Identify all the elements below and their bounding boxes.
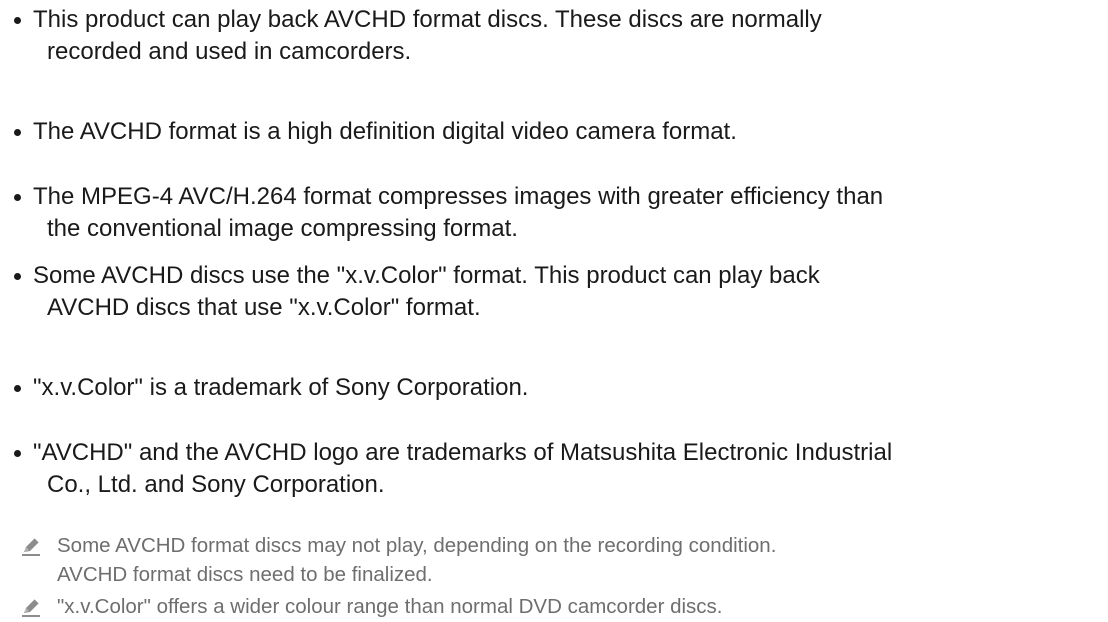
bullet-dot-icon: [14, 385, 21, 392]
list-item-text: The MPEG-4 AVC/H.264 format compresses i…: [33, 183, 884, 210]
list-item: Some AVCHD discs use the "x.v.Color" for…: [0, 260, 1108, 324]
list-item-text: "AVCHD" and the AVCHD logo are trademark…: [33, 439, 893, 466]
note-text: "x.v.Color" offers a wider colour range …: [57, 595, 723, 618]
note: Some AVCHD format discs may not play, de…: [0, 531, 1108, 589]
pencil-icon: [22, 598, 40, 617]
list-item-text: Some AVCHD discs use the "x.v.Color" for…: [33, 262, 820, 289]
bullet-dot-icon: [14, 17, 21, 24]
list-item-text-continued: AVCHD discs that use "x.v.Color" format.: [47, 294, 481, 321]
list-item-text-continued: Co., Ltd. and Sony Corporation.: [47, 471, 385, 498]
bullet-dot-icon: [14, 273, 21, 280]
bullet-dot-icon: [14, 450, 21, 457]
list-item: The AVCHD format is a high definition di…: [0, 116, 1108, 148]
note-text: Some AVCHD format discs may not play, de…: [57, 534, 777, 557]
pencil-icon: [22, 537, 40, 556]
list-item-text: "x.v.Color" is a trademark of Sony Corpo…: [33, 374, 529, 401]
list-item: "AVCHD" and the AVCHD logo are trademark…: [0, 437, 1108, 501]
list-item-text-continued: the conventional image compressing forma…: [47, 215, 518, 242]
list-item: "x.v.Color" is a trademark of Sony Corpo…: [0, 372, 1108, 404]
note-text-continued: AVCHD format discs need to be finalized.: [57, 563, 433, 586]
bullet-dot-icon: [14, 129, 21, 136]
list-item: The MPEG-4 AVC/H.264 format compresses i…: [0, 181, 1108, 245]
list-item-text-continued: recorded and used in camcorders.: [47, 38, 412, 65]
manual-page: This product can play back AVCHD format …: [0, 0, 1108, 622]
note: "x.v.Color" offers a wider colour range …: [0, 592, 1108, 621]
bullet-dot-icon: [14, 194, 21, 201]
list-item-text: The AVCHD format is a high definition di…: [33, 118, 737, 145]
list-item-text: This product can play back AVCHD format …: [33, 6, 822, 33]
list-item: This product can play back AVCHD format …: [0, 4, 1108, 68]
